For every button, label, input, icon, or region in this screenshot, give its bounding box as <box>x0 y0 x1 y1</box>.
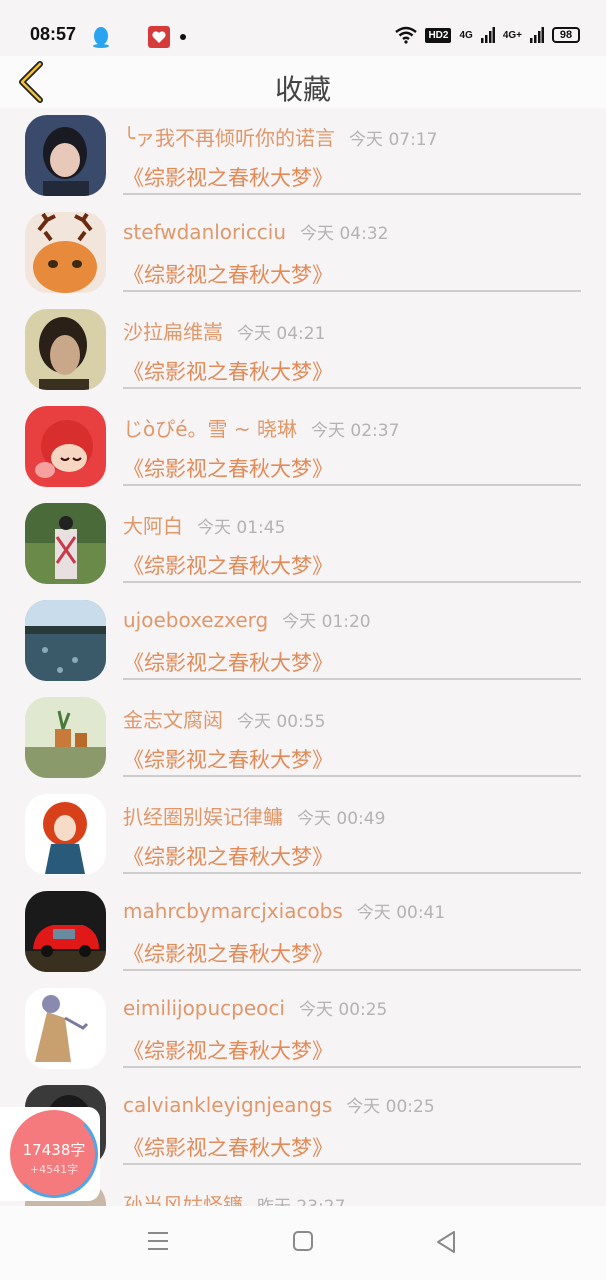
system-nav-bar <box>0 1206 606 1280</box>
avatar[interactable] <box>25 212 106 293</box>
word-count-button[interactable]: 17438字 +4541字 <box>10 1110 98 1198</box>
avatar[interactable] <box>25 988 106 1069</box>
avatar[interactable] <box>25 600 106 681</box>
divider <box>123 193 581 195</box>
user-name: mahrcbymarcjxiacobs 今天 00:41 <box>123 899 446 923</box>
divider <box>123 678 581 680</box>
timestamp: 今天 01:45 <box>197 518 286 538</box>
avatar[interactable] <box>25 406 106 487</box>
qq-penguin-icon <box>93 27 109 48</box>
signal-bars-1-icon <box>480 27 495 43</box>
list-item[interactable]: mahrcbymarcjxiacobs 今天 00:41 《综影视之春秋大梦》 <box>0 888 606 985</box>
timestamp: 今天 07:17 <box>349 130 438 150</box>
list-item[interactable]: ujoeboxezxerg 今天 01:20 《综影视之春秋大梦》 <box>0 597 606 694</box>
divider <box>123 387 581 389</box>
status-time: 08:57 <box>30 24 77 44</box>
divider <box>123 581 581 583</box>
list-item[interactable]: じòぴé。雪 ~ 晓琳 今天 02:37 《综影视之春秋大梦》 <box>0 403 606 500</box>
timestamp: 今天 01:20 <box>282 612 371 632</box>
list-item[interactable]: stefwdanloricciu 今天 04:32 《综影视之春秋大梦》 <box>0 209 606 306</box>
status-right-group: HD2 4G 4G+ 98 <box>395 26 580 44</box>
divider <box>123 969 581 971</box>
timestamp: 今天 00:49 <box>297 809 386 829</box>
avatar[interactable] <box>25 794 106 875</box>
work-title[interactable]: 《综影视之春秋大梦》 <box>123 744 333 774</box>
work-title[interactable]: 《综影视之春秋大梦》 <box>123 938 333 968</box>
work-title[interactable]: 《综影视之春秋大梦》 <box>123 550 333 580</box>
divider <box>123 484 581 486</box>
timestamp: 今天 00:55 <box>237 712 326 732</box>
avatar[interactable] <box>25 115 106 196</box>
user-name: 大阿白 今天 01:45 <box>123 514 286 538</box>
favorites-list: ╰ァ我不再倾听你的诺言 今天 07:17 《综影视之春秋大梦》 stefwdanl… <box>0 112 606 1208</box>
list-item[interactable]: 金志文腐闼 今天 00:55 《综影视之春秋大梦》 <box>0 694 606 791</box>
timestamp: 今天 04:32 <box>300 224 389 244</box>
hd-badge: HD2 <box>425 27 452 43</box>
header-bar: 收藏 <box>0 56 606 108</box>
timestamp: 今天 00:25 <box>298 1000 388 1020</box>
signal-bars-2-icon <box>530 27 544 43</box>
work-title[interactable]: 《综影视之春秋大梦》 <box>123 841 333 871</box>
divider <box>123 1163 581 1165</box>
signal-2-label: 4G+ <box>502 29 522 41</box>
divider <box>123 1066 581 1068</box>
avatar[interactable] <box>25 697 106 778</box>
work-title[interactable]: 《综影视之春秋大梦》 <box>123 1035 333 1065</box>
timestamp: 今天 00:25 <box>346 1097 435 1117</box>
timestamp: 今天 04:21 <box>237 324 326 344</box>
status-bar: 08:57 HD2 4G 4G+ 98 <box>0 0 606 56</box>
user-name: 扒经圈别娱记律鳙 今天 00:49 <box>123 805 386 829</box>
avatar[interactable] <box>25 503 106 584</box>
user-name: 沙拉扁维嵩 今天 04:21 <box>123 320 326 344</box>
user-name: stefwdanloricciu 今天 04:32 <box>123 220 389 244</box>
word-count: 17438字 <box>22 1141 86 1159</box>
word-count-delta: +4541字 <box>29 1163 79 1176</box>
user-name: じòぴé。雪 ~ 晓琳 今天 02:37 <box>123 417 400 441</box>
list-item[interactable]: eimilijopucpeoci 今天 00:25 《综影视之春秋大梦》 <box>0 985 606 1082</box>
avatar[interactable] <box>25 309 106 390</box>
divider <box>123 872 581 874</box>
user-name: ╰ァ我不再倾听你的诺言 今天 07:17 <box>123 126 438 150</box>
battery-indicator: 98 <box>552 27 580 43</box>
avatar[interactable] <box>25 891 106 972</box>
menu-icon[interactable] <box>146 1230 170 1252</box>
list-item[interactable]: 大阿白 今天 01:45 《综影视之春秋大梦》 <box>0 500 606 597</box>
timestamp: 今天 02:37 <box>311 421 400 441</box>
home-square-icon[interactable] <box>292 1230 314 1252</box>
work-title[interactable]: 《综影视之春秋大梦》 <box>123 259 333 289</box>
back-triangle-icon[interactable] <box>434 1230 458 1254</box>
divider <box>123 775 581 777</box>
work-title[interactable]: 《综影视之春秋大梦》 <box>123 1132 333 1162</box>
signal-1-label: 4G <box>459 29 473 41</box>
app-heart-icon <box>148 26 170 48</box>
work-title[interactable]: 《综影视之春秋大梦》 <box>123 453 333 483</box>
user-name: 金志文腐闼 今天 00:55 <box>123 708 326 732</box>
user-name: ujoeboxezxerg 今天 01:20 <box>123 608 371 632</box>
timestamp: 今天 00:41 <box>356 903 446 923</box>
list-item[interactable]: ╰ァ我不再倾听你的诺言 今天 07:17 《综影视之春秋大梦》 <box>0 112 606 209</box>
user-name: calviankleyignjeangs 今天 00:25 <box>123 1093 435 1117</box>
list-item[interactable]: 扒经圈别娱记律鳙 今天 00:49 《综影视之春秋大梦》 <box>0 791 606 888</box>
page-title: 收藏 <box>274 73 331 106</box>
work-title[interactable]: 《综影视之春秋大梦》 <box>123 356 333 386</box>
work-title[interactable]: 《综影视之春秋大梦》 <box>123 162 333 192</box>
work-title[interactable]: 《综影视之春秋大梦》 <box>123 647 333 677</box>
list-item[interactable]: 沙拉扁维嵩 今天 04:21 《综影视之春秋大梦》 <box>0 306 606 403</box>
divider <box>123 290 581 292</box>
wifi-icon <box>395 26 418 44</box>
user-name: eimilijopucpeoci 今天 00:25 <box>123 996 388 1020</box>
notification-dot-icon <box>180 34 186 40</box>
